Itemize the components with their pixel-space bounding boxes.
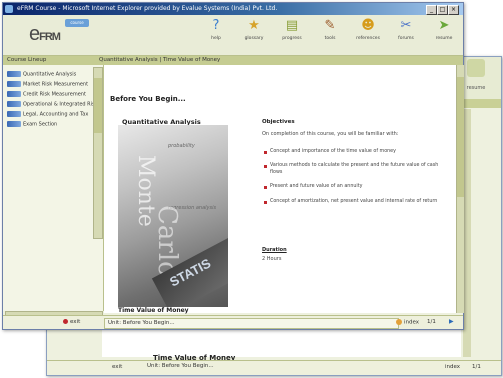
status-bar: exit Unit: Before You Begin... index 1/1… (3, 315, 463, 329)
close-icon[interactable]: × (448, 5, 459, 15)
sidebar-item-label: Exam Section (23, 121, 58, 128)
objective-item: Concept of amortization, net present val… (262, 199, 452, 205)
resume-button[interactable]: ➤ resume (429, 18, 459, 52)
tools-icon: ✎ (324, 18, 336, 33)
module-icon (7, 121, 21, 127)
tools-button[interactable]: ✎ tools (315, 18, 345, 52)
sidebar-item[interactable]: Operational & Integrated Risk (7, 101, 98, 109)
help-icon: ? (212, 18, 220, 33)
content-pane: Before You Begin... Quantitative Analysi… (104, 65, 456, 314)
sidebar-scrollbar[interactable] (93, 67, 103, 239)
course-lineup-label: Course Lineup (7, 57, 47, 63)
minimize-icon[interactable]: _ (426, 5, 437, 15)
toolbar: eFRM course ? help ★ glossary ▤ progress ✎ tool… (3, 15, 463, 56)
background-index[interactable]: index (445, 364, 460, 370)
efrm-logo: eFRM (29, 23, 61, 45)
exit-icon (63, 319, 68, 324)
sidebar-item-label: Operational & Integrated Risk (23, 101, 98, 108)
unit-label: Unit: Before You Begin... (104, 318, 399, 329)
module-icon (7, 81, 21, 87)
help-button[interactable]: ? help (201, 18, 231, 52)
duration-label: Duration (262, 247, 287, 253)
course-sidebar: Quantitative Analysis Market Risk Measure… (3, 65, 104, 321)
module-icon (7, 91, 21, 97)
maximize-icon[interactable]: □ (437, 5, 448, 15)
title-bar: eFRM Course - Microsoft Internet Explore… (3, 3, 463, 15)
glossary-icon: ★ (248, 18, 260, 33)
sidebar-item-label: Market Risk Measurement (23, 81, 89, 88)
progress-label: progress (282, 36, 302, 41)
page-number: 1/1 (427, 319, 436, 325)
glossary-label: glossary (244, 36, 264, 41)
sidebar-item-label: Legal, Accounting and Tax (23, 111, 89, 118)
references-button[interactable]: ☻ references (353, 18, 383, 52)
sidebar-item-label: Credit Risk Measurement (23, 91, 86, 98)
tools-label: tools (324, 36, 336, 41)
sidebar-item[interactable]: Exam Section (7, 121, 57, 129)
objectives-section: Objectives On completion of this course,… (262, 119, 452, 262)
sidebar-scroll-thumb[interactable] (94, 78, 102, 133)
resume-icon (467, 59, 485, 77)
resume-label: resume (435, 36, 453, 41)
forums-label: forums (398, 36, 414, 41)
index-icon (396, 319, 402, 325)
index-button[interactable]: index (396, 319, 419, 326)
progress-button[interactable]: ▤ progress (277, 18, 307, 52)
sidebar-item[interactable]: Quantitative Analysis (7, 71, 76, 79)
background-unit: Unit: Before You Begin... (147, 363, 214, 369)
background-page: 1/1 (472, 364, 481, 370)
module-icon (7, 111, 21, 117)
glossary-button[interactable]: ★ glossary (239, 18, 269, 52)
background-statusbar: exit Unit: Before You Begin... index 1/1 (47, 360, 501, 375)
background-exit[interactable]: exit (112, 364, 122, 370)
module-icon (7, 71, 21, 77)
content-scroll-thumb[interactable] (457, 77, 464, 197)
course-cover-image: probability regression analysis Monte Ca… (118, 125, 228, 307)
duration-section: Duration 2 Hours (262, 247, 287, 262)
sidebar-item-label: Quantitative Analysis (23, 71, 77, 78)
exit-button[interactable]: exit (63, 319, 80, 325)
resume-icon: ➤ (438, 18, 450, 33)
objectives-list: Concept and importance of the time value… (262, 149, 452, 213)
window-title: eFRM Course - Microsoft Internet Explore… (17, 5, 278, 12)
progress-icon: ▤ (285, 18, 299, 33)
help-label: help (211, 36, 221, 41)
references-label: references (356, 36, 380, 41)
course-caption: Time Value of Money (118, 307, 189, 314)
objective-item: Various methods to calculate the present… (262, 163, 452, 176)
forums-button[interactable]: ✂ forums (391, 18, 421, 52)
content-scrollbar[interactable] (456, 65, 464, 313)
objective-item: Concept and importance of the time value… (262, 149, 452, 155)
sidebar-item[interactable]: Legal, Accounting and Tax (7, 111, 88, 119)
breadcrumb: Quantitative Analysis | Time Value of Mo… (99, 57, 221, 63)
duration-value: 2 Hours (262, 256, 282, 262)
page-heading: Before You Begin... (110, 95, 186, 103)
forums-icon: ✂ (400, 18, 412, 33)
background-scrollbar[interactable] (463, 109, 471, 357)
browser-icon (5, 5, 13, 13)
course-bar: Course Lineup Quantitative Analysis | Ti… (3, 56, 463, 65)
background-resume-label: resume (466, 85, 486, 91)
objectives-intro: On completion of this course, you will b… (262, 131, 399, 137)
course-badge: course (65, 19, 89, 27)
sidebar-item[interactable]: Market Risk Measurement (7, 81, 88, 89)
sidebar-item[interactable]: Credit Risk Measurement (7, 91, 86, 99)
module-icon (7, 101, 21, 107)
objective-item: Present and future value of an annuity (262, 184, 452, 190)
references-icon: ☻ (361, 18, 375, 33)
main-window: eFRM Course - Microsoft Internet Explore… (2, 2, 464, 330)
cover-tag-probability: probability (168, 143, 195, 149)
next-button[interactable]: ▶ (449, 318, 454, 325)
objectives-title: Objectives (262, 119, 295, 125)
